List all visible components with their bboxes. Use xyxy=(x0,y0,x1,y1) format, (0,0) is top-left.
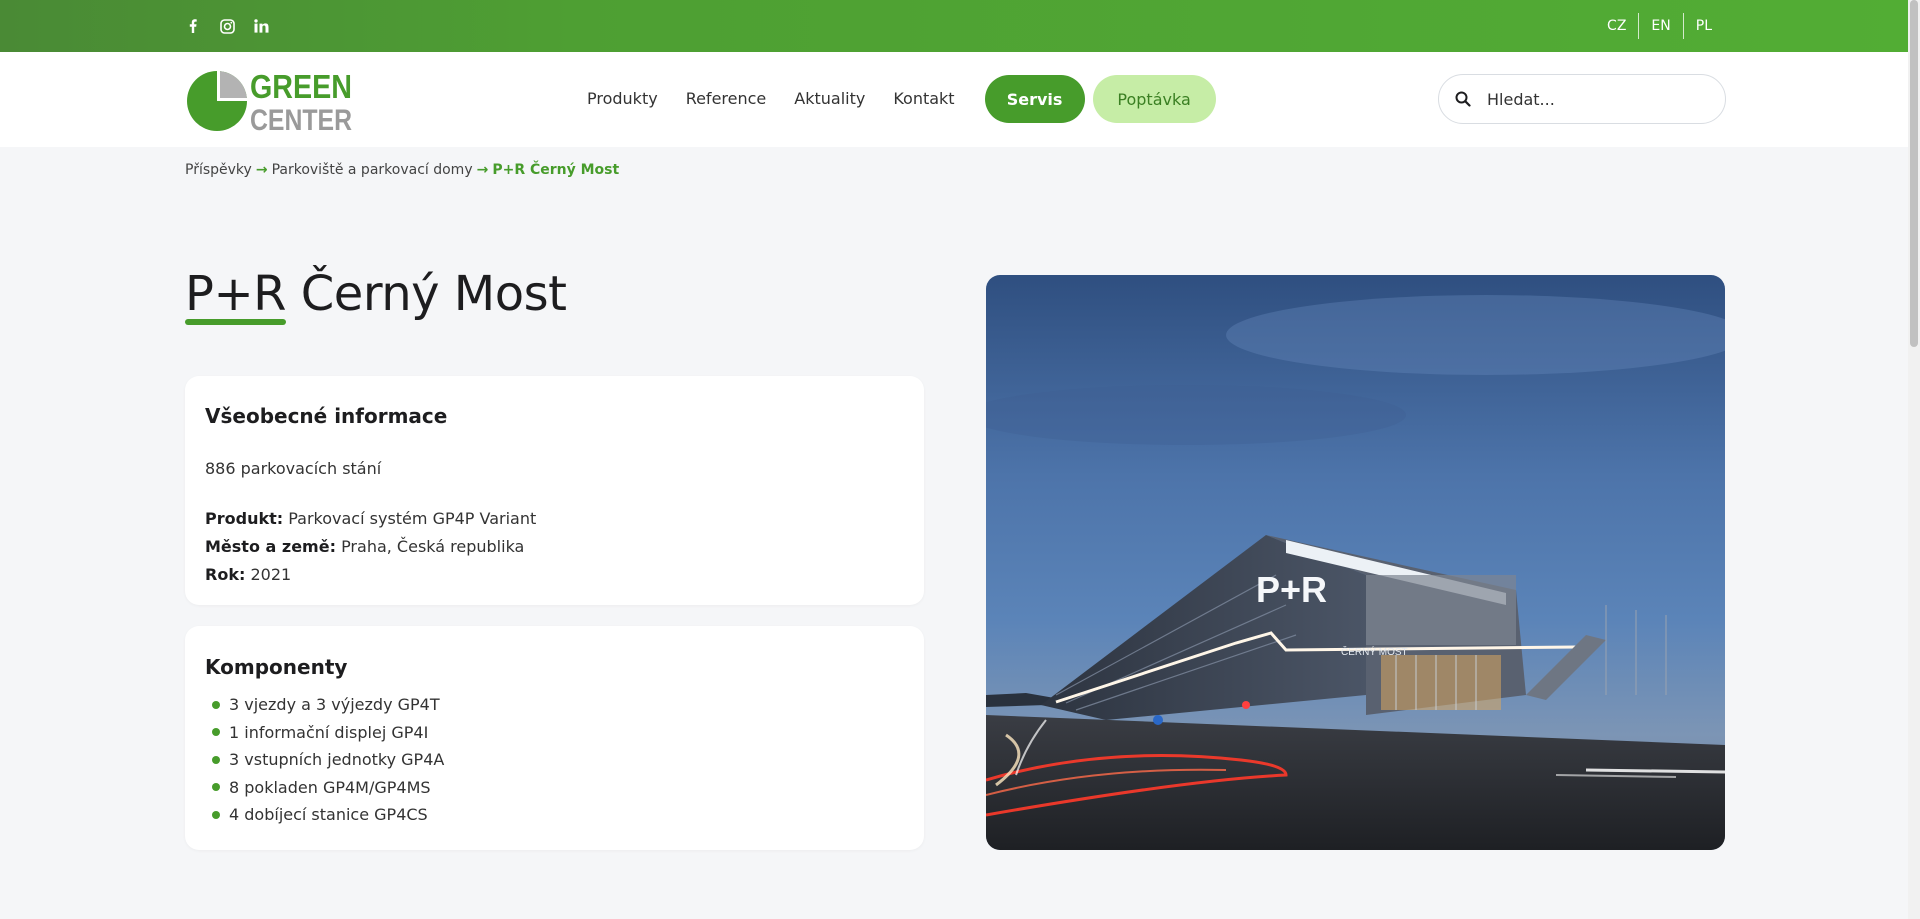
breadcrumb-item-prispevky[interactable]: Příspěvky xyxy=(185,162,252,178)
site-header: GREEN CENTER Produkty Reference Aktualit… xyxy=(0,52,1908,147)
svg-text:CENTER: CENTER xyxy=(250,104,352,133)
bullet-icon xyxy=(212,728,220,737)
bullet-icon xyxy=(212,810,220,819)
lang-cz[interactable]: CZ xyxy=(1595,13,1638,39)
list-item-text: 3 vstupních jednotky GP4A xyxy=(229,750,445,769)
lang-en[interactable]: EN xyxy=(1639,13,1682,39)
social-links xyxy=(184,15,270,37)
parking-spaces-count: 886 parkovacích stání xyxy=(205,459,382,478)
list-item-text: 1 informační displej GP4I xyxy=(229,722,429,742)
bullet-icon xyxy=(212,755,220,764)
bullet-icon xyxy=(212,783,220,792)
breadcrumb-item-category[interactable]: Parkoviště a parkovací domy xyxy=(272,162,473,178)
breadcrumb-current: P+R Černý Most xyxy=(492,162,620,178)
project-photo: P+R ČERNÝ MOST xyxy=(986,275,1725,850)
nav-item-produkty[interactable]: Produkty xyxy=(587,75,658,123)
search-icon[interactable] xyxy=(1455,91,1471,107)
year-value: 2021 xyxy=(250,565,292,584)
servis-button[interactable]: Servis xyxy=(984,75,1085,123)
svg-text:ČERNÝ MOST: ČERNÝ MOST xyxy=(1341,645,1408,658)
page-scrollbar[interactable] xyxy=(1908,0,1920,919)
language-switcher: CZ EN PL xyxy=(1595,13,1724,39)
info-row-city: Město a země: Praha, Česká republika xyxy=(205,533,536,561)
components-heading: Komponenty xyxy=(205,655,348,679)
nav-item-aktuality[interactable]: Aktuality xyxy=(794,75,865,123)
list-item-text: 3 vjezdy a 3 výjezdy GP4T xyxy=(229,695,440,714)
instagram-icon[interactable] xyxy=(218,15,236,37)
poptavka-button[interactable]: Poptávka xyxy=(1092,75,1216,123)
nav-item-reference[interactable]: Reference xyxy=(686,75,767,123)
general-info-heading: Všeobecné informace xyxy=(205,404,448,428)
breadcrumb-arrow-icon: → xyxy=(476,162,489,178)
list-item: 1 informační displej GP4I xyxy=(212,719,444,747)
facebook-icon[interactable] xyxy=(184,15,202,37)
product-value: Parkovací systém GP4P Variant xyxy=(288,509,537,528)
page-title: P+R Černý Most xyxy=(185,266,567,322)
title-underline xyxy=(185,319,286,325)
nav-item-kontakt[interactable]: Kontakt xyxy=(893,75,954,123)
list-item: 4 dobíjecí stanice GP4CS xyxy=(212,801,444,829)
components-list: 3 vjezdy a 3 výjezdy GP4T 1 informační d… xyxy=(212,691,444,829)
bullet-icon xyxy=(212,700,220,709)
city-label: Město a země: xyxy=(205,537,336,556)
year-label: Rok: xyxy=(205,565,246,584)
linkedin-icon[interactable] xyxy=(252,15,270,37)
info-row-year: Rok: 2021 xyxy=(205,561,536,589)
search-box xyxy=(1438,74,1726,124)
info-row-product: Produkt: Parkovací systém GP4P Variant xyxy=(205,505,536,533)
info-rows: Produkt: Parkovací systém GP4P Variant M… xyxy=(205,505,536,589)
product-label: Produkt: xyxy=(205,509,284,528)
list-item-text: 8 pokladen GP4M/GP4MS xyxy=(229,777,431,797)
top-bar: CZ EN PL xyxy=(0,0,1908,52)
city-value: Praha, Česká republika xyxy=(341,537,525,556)
lang-pl[interactable]: PL xyxy=(1684,13,1724,39)
list-item: 3 vstupních jednotky GP4A xyxy=(212,746,444,774)
general-info-card: Všeobecné informace 886 parkovacích stán… xyxy=(185,376,924,605)
breadcrumb: Příspěvky → Parkoviště a parkovací domy … xyxy=(185,162,619,178)
list-item-text: 4 dobíjecí stanice GP4CS xyxy=(229,805,428,824)
search-input[interactable] xyxy=(1487,89,1707,109)
list-item: 8 pokladen GP4M/GP4MS xyxy=(212,774,444,802)
scrollbar-thumb[interactable] xyxy=(1910,0,1918,347)
main-nav: Produkty Reference Aktuality Kontakt Ser… xyxy=(587,75,1216,123)
green-center-logo[interactable]: GREEN CENTER xyxy=(186,67,356,137)
svg-text:GREEN: GREEN xyxy=(250,68,352,105)
components-card: Komponenty 3 vjezdy a 3 výjezdy GP4T 1 i… xyxy=(185,626,924,850)
breadcrumb-arrow-icon: → xyxy=(255,162,268,178)
svg-text:P+R: P+R xyxy=(1256,569,1327,610)
list-item: 3 vjezdy a 3 výjezdy GP4T xyxy=(212,691,444,719)
